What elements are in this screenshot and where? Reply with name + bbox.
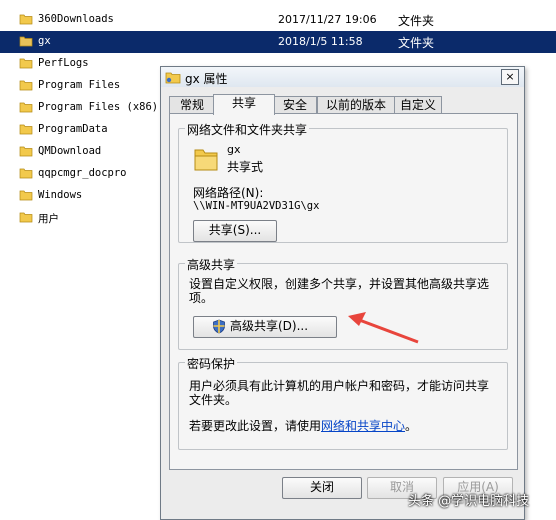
tab-sharing[interactable]: 共享 xyxy=(213,94,275,115)
watermark: 头条 @学识电脑科技 xyxy=(408,494,530,509)
annotation-arrow-icon xyxy=(348,312,419,344)
